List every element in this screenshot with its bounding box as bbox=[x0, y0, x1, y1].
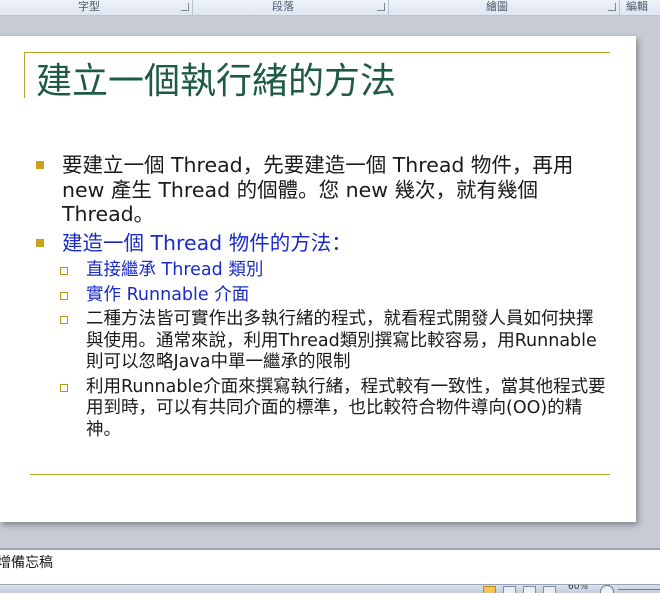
ribbon-group-editing: 編輯 bbox=[620, 0, 660, 15]
ribbon-group-paragraph: 段落 bbox=[192, 0, 389, 15]
dialog-launcher-icon[interactable] bbox=[608, 3, 616, 11]
bullet-text: 要建立一個 Thread，先要建造一個 Thread 物件，再用 new 產生 … bbox=[62, 153, 574, 226]
hollow-square-bullet-icon bbox=[60, 291, 68, 300]
sub-bullet-item: 利用Runnable介面來撰寫執行緒，程式較有一致性，當其他程式要用到時，可以有… bbox=[36, 377, 606, 442]
hollow-square-bullet-icon bbox=[60, 383, 68, 392]
sub-bullet-text: 利用Runnable介面來撰寫執行緒，程式較有一致性，當其他程式要用到時，可以有… bbox=[86, 376, 606, 440]
slide-edit-area[interactable]: 建立一個執行緒的方法 要建立一個 Thread，先要建造一個 Thread 物件… bbox=[0, 16, 660, 548]
footer-rule bbox=[30, 474, 610, 475]
zoom-level[interactable]: 60% bbox=[568, 585, 588, 592]
ribbon-group-label: 段落 bbox=[272, 0, 294, 13]
bullet-item: 要建立一個 Thread，先要建造一個 Thread 物件，再用 new 產生 … bbox=[36, 153, 606, 227]
ribbon-group-drawing: 繪圖 bbox=[389, 0, 620, 15]
title-rule bbox=[24, 52, 610, 53]
sub-bullet-item: 直接繼承 Thread 類別 bbox=[36, 260, 606, 282]
bullet-square-icon bbox=[36, 161, 44, 169]
title-accent-bar bbox=[24, 52, 25, 98]
hollow-square-bullet-icon bbox=[60, 316, 68, 324]
notes-placeholder[interactable]: 增備忘稿 bbox=[0, 554, 53, 572]
slide-title[interactable]: 建立一個執行緒的方法 bbox=[36, 60, 396, 104]
sub-bullet-text: 直接繼承 Thread 類別 bbox=[86, 260, 264, 280]
bullet-text: 建造一個 Thread 物件的方法： bbox=[62, 230, 352, 255]
ribbon-group-font: 字型 bbox=[0, 0, 193, 15]
bullet-item: 建造一個 Thread 物件的方法： bbox=[36, 231, 606, 256]
ribbon-group-label: 編輯 bbox=[626, 0, 648, 13]
content-placeholder[interactable]: 要建立一個 Thread，先要建造一個 Thread 物件，再用 new 產生 … bbox=[36, 153, 606, 441]
sub-bullet-text: 二種方法皆可實作出多執行緒的程式，就看程式開發人員如何抉擇與使用。通常來說，利用… bbox=[86, 309, 597, 372]
ribbon-group-label: 字型 bbox=[78, 0, 100, 13]
dialog-launcher-icon[interactable] bbox=[377, 3, 385, 11]
bullet-square-icon bbox=[36, 238, 44, 247]
dialog-launcher-icon[interactable] bbox=[181, 3, 189, 11]
hollow-square-bullet-icon bbox=[60, 267, 68, 275]
notes-pane[interactable]: 增備忘稿 bbox=[0, 548, 660, 586]
sub-bullet-item: 二種方法皆可實作出多執行緒的程式，就看程式開發人員如何抉擇與使用。通常來說，利用… bbox=[36, 309, 606, 374]
ribbon-group-labels: 字型 段落 繪圖 編輯 bbox=[0, 0, 660, 16]
slide-canvas[interactable]: 建立一個執行緒的方法 要建立一個 Thread，先要建造一個 Thread 物件… bbox=[0, 36, 636, 522]
sub-bullet-text: 實作 Runnable 介面 bbox=[86, 284, 250, 305]
sub-bullet-item: 實作 Runnable 介面 bbox=[36, 285, 606, 307]
ribbon-group-label: 繪圖 bbox=[486, 0, 508, 13]
zoom-slider[interactable] bbox=[618, 589, 660, 590]
